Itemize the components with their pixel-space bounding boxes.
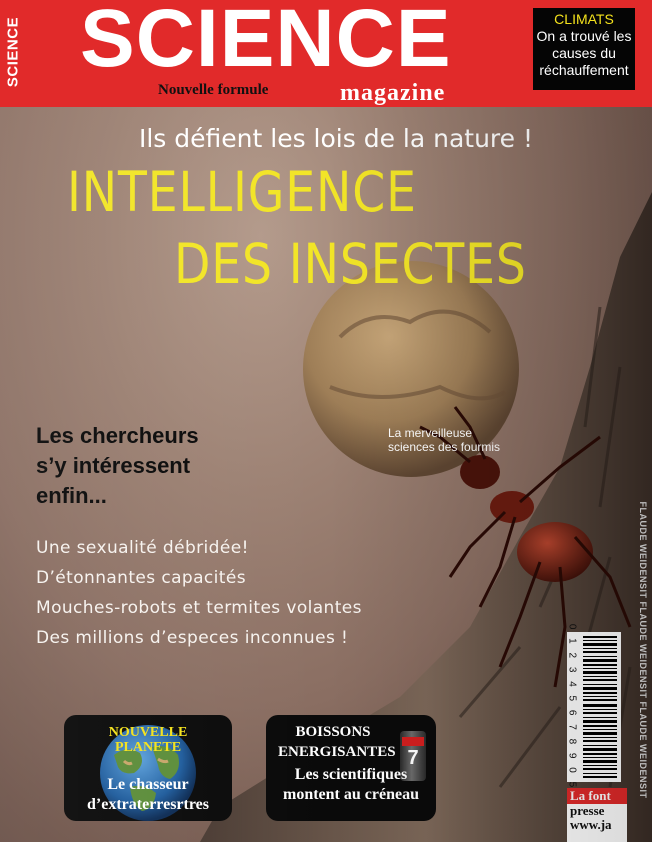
press-line: La font bbox=[567, 788, 627, 804]
teaser-planet-head-line: PLANETE bbox=[114, 740, 182, 755]
lead-line: enfin... bbox=[36, 483, 107, 508]
can-label bbox=[402, 737, 424, 746]
side-label: SCIENCE bbox=[2, 8, 24, 96]
teaser-drinks-text-line: Les scientifiques bbox=[294, 766, 408, 783]
teaser-planet-text: Le chasseur d’extraterresrtres bbox=[64, 775, 232, 815]
lead-line: Les chercheurs bbox=[36, 423, 199, 448]
press-line: www.ja bbox=[570, 817, 612, 832]
feature-item: Une sexualité débridée! bbox=[36, 538, 249, 558]
magazine-cover: SCIENCE SCIENCE Nouvelle formule magazin… bbox=[0, 0, 652, 842]
image-caption: La merveilleuse sciences des fourmis bbox=[388, 426, 500, 454]
teaser-drinks-head: BOISSONS ENERGISANTES bbox=[278, 722, 396, 762]
teaser-planet-text-line: d’extraterresrtres bbox=[87, 796, 209, 813]
masthead: SCIENCE SCIENCE Nouvelle formule magazin… bbox=[0, 0, 652, 107]
climats-line: réchauffement bbox=[539, 62, 629, 78]
barcode-number: 0 1 2 3 4 5 6 7 8 9 0 5 bbox=[566, 623, 578, 791]
press-line: presse bbox=[570, 803, 605, 818]
caption-line: La merveilleuse bbox=[388, 426, 473, 440]
press-box: La font presse www.ja bbox=[567, 788, 627, 842]
teaser-planet[interactable]: NOUVELLE PLANETE Le chasseur d’extraterr… bbox=[64, 715, 232, 821]
climats-title: CLIMATS bbox=[554, 11, 614, 27]
teaser-planet-head-line: NOUVELLE bbox=[108, 725, 188, 740]
teaser-planet-text-line: Le chasseur bbox=[107, 776, 189, 793]
feature-item: Mouches-robots et termites volantes bbox=[36, 598, 362, 618]
feature-item: D’étonnantes capacités bbox=[36, 568, 246, 588]
barcode-vertical-text-content: FLAUDE WEIDENSIT FLAUDE WEIDENSIT FLAUDE… bbox=[638, 501, 648, 799]
climats-box: CLIMATS On a trouvé les causes du réchau… bbox=[533, 8, 635, 90]
teaser-drinks-head-line: BOISSONS bbox=[295, 724, 371, 740]
climats-line: On a trouvé les bbox=[536, 28, 632, 44]
lead-text: Les chercheurs s’y intéressent enfin... bbox=[36, 421, 199, 511]
teaser-drinks[interactable]: BOISSONS ENERGISANTES 7 Les scientifique… bbox=[266, 715, 436, 821]
feature-list: Une sexualité débridée! D’étonnantes cap… bbox=[36, 533, 362, 653]
teaser-drinks-text-line: montent au créneau bbox=[283, 786, 419, 803]
teaser-drinks-head-line: ENERGISANTES bbox=[278, 744, 396, 760]
teaser-planet-head: NOUVELLE PLANETE bbox=[64, 725, 232, 755]
tagline: Nouvelle formule bbox=[158, 82, 269, 98]
headline-kicker: Ils défient les lois de la nature ! bbox=[138, 124, 534, 153]
side-label-text: SCIENCE bbox=[4, 16, 22, 88]
barcode: 0 1 2 3 4 5 6 7 8 9 0 5 bbox=[567, 624, 621, 790]
barcode-vertical-text: FLAUDE WEIDENSIT FLAUDE WEIDENSIT FLAUDE… bbox=[636, 502, 650, 799]
teaser-drinks-text: Les scientifiques montent au créneau bbox=[270, 765, 432, 805]
headline-title-line1: INTELLIGENCE bbox=[67, 160, 417, 224]
feature-item: Des millions d’especes inconnues ! bbox=[36, 628, 349, 648]
climats-line: causes du bbox=[552, 45, 616, 61]
logo-subtitle: magazine bbox=[340, 80, 446, 106]
caption-line: sciences des fourmis bbox=[388, 440, 501, 454]
lead-line: s’y intéressent bbox=[36, 453, 191, 478]
logo: SCIENCE bbox=[80, 0, 452, 84]
headline-title-line2: DES INSECTES bbox=[174, 232, 527, 296]
